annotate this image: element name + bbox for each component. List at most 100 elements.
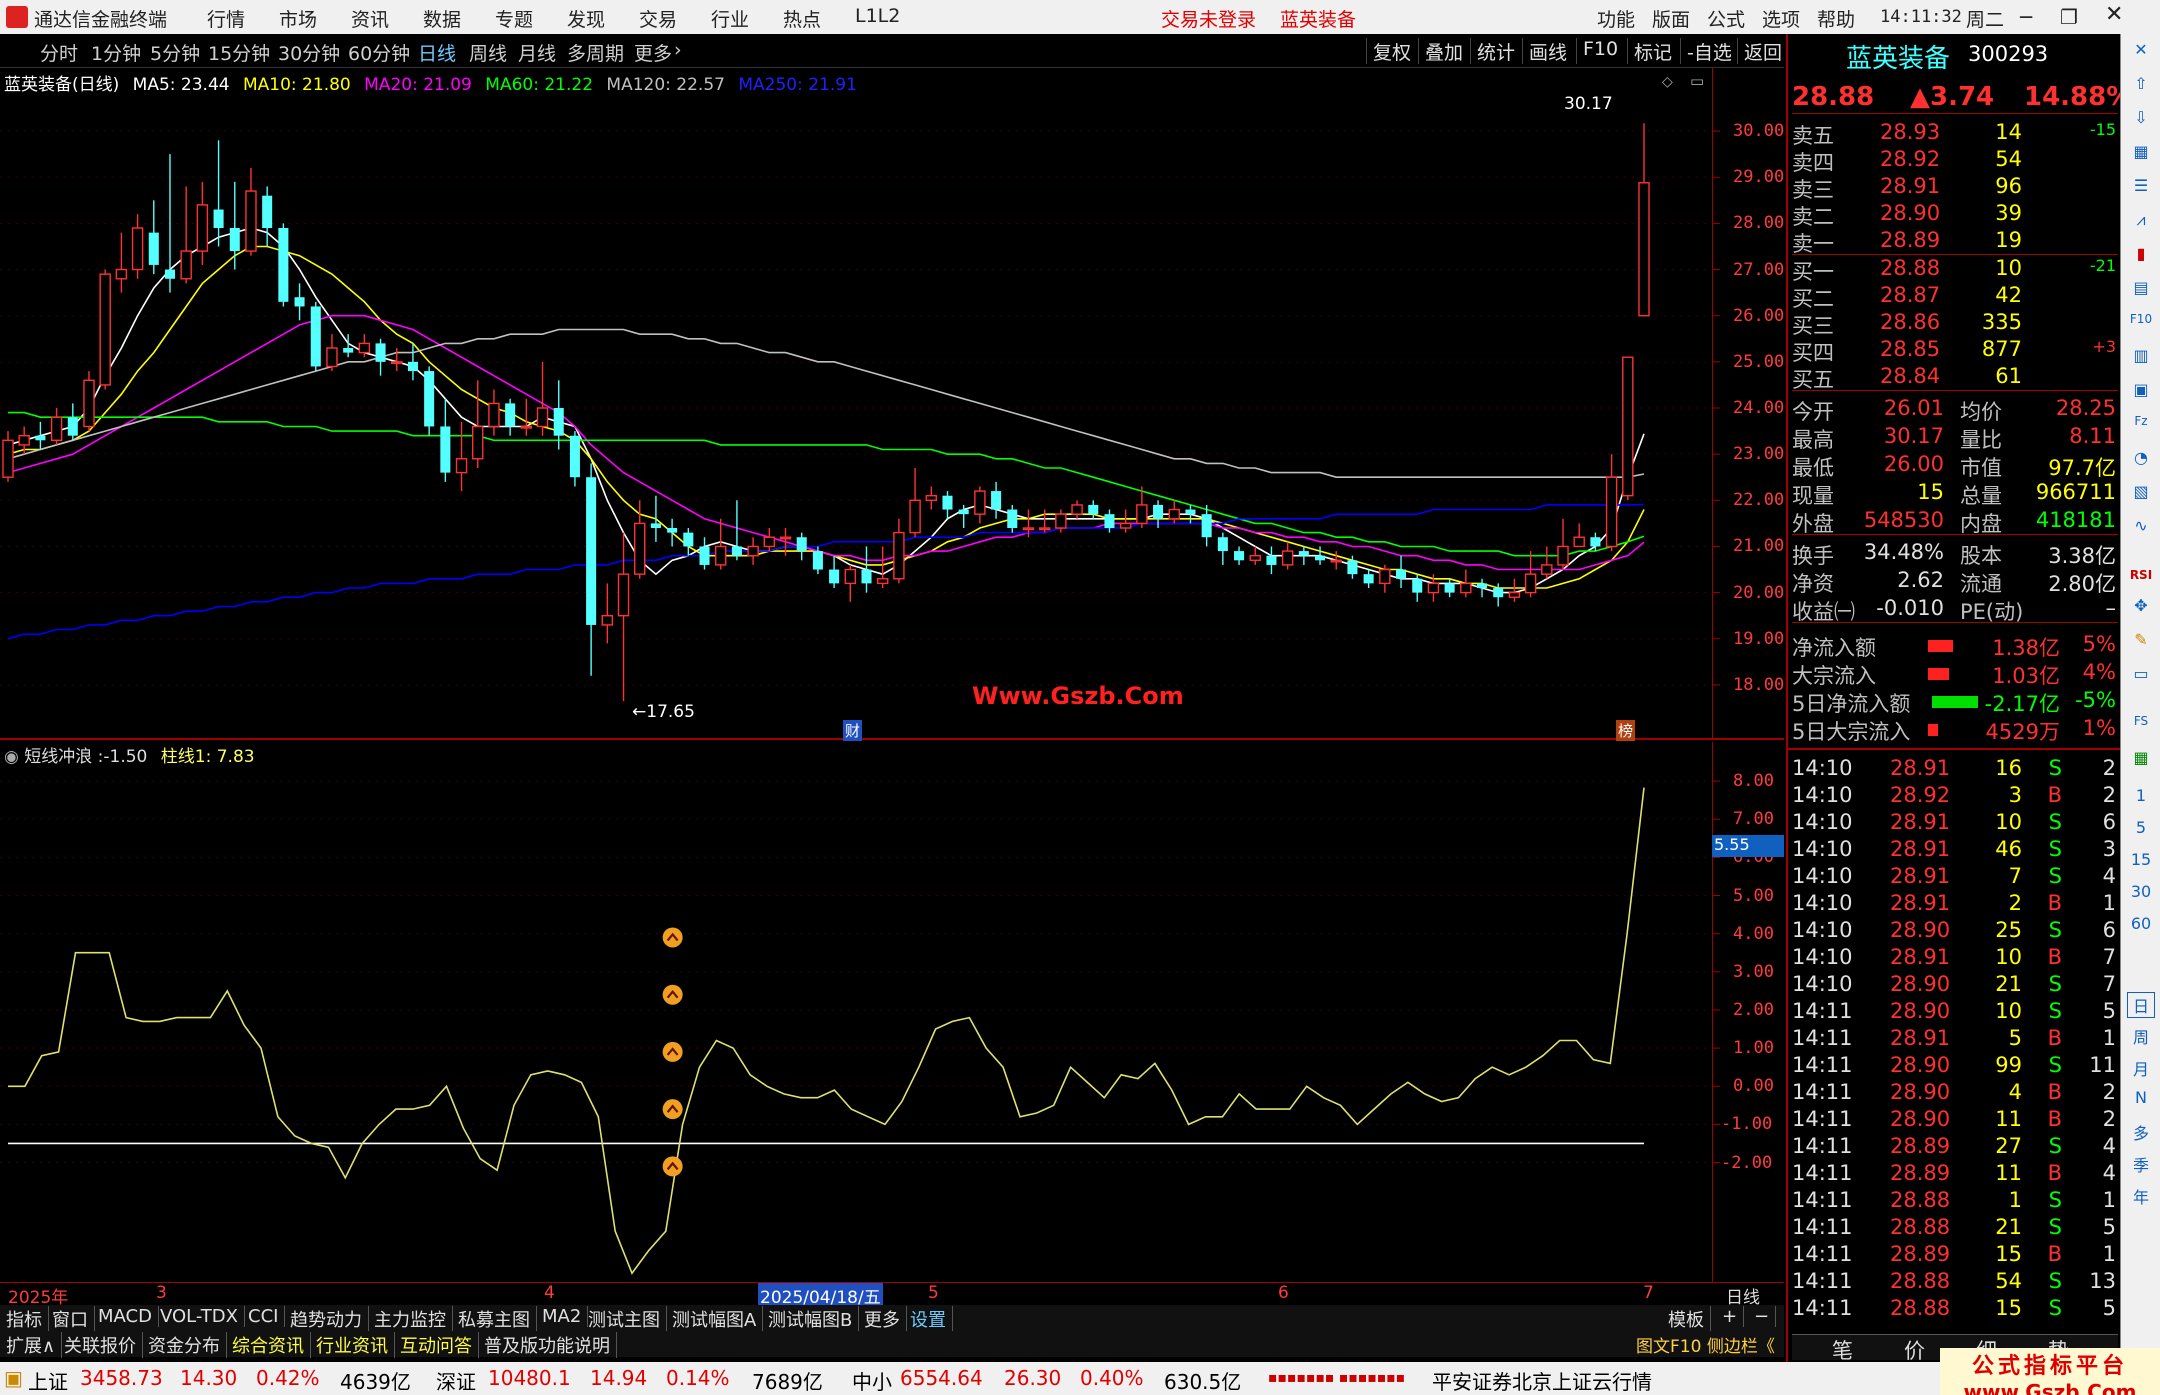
period-day[interactable]: 日	[2127, 992, 2155, 1018]
stat-row[interactable]: 现量 15 总量 966711	[1792, 480, 2118, 508]
ask-row[interactable]: 卖五 28.93 14 -15	[1792, 120, 2118, 148]
layout-icon[interactable]: ▥	[2127, 346, 2155, 372]
tab-pujiban[interactable]: 普及版功能说明	[478, 1332, 617, 1358]
tab-zhibiao[interactable]: 指标	[0, 1306, 49, 1332]
period-5min[interactable]: 5分钟	[150, 39, 200, 66]
f-icon[interactable]: Fz	[2127, 414, 2155, 440]
window-icon[interactable]: ▭	[2127, 664, 2155, 690]
tick-row[interactable]: 14:11 28.88 1 S 1	[1792, 1188, 2118, 1215]
tool-zixuan[interactable]: -自选	[1680, 38, 1732, 64]
tab-guanlianbaojia[interactable]: 关联报价	[58, 1332, 143, 1358]
financial-event-marker[interactable]: 财	[843, 720, 863, 741]
tab-macd[interactable]: MACD	[92, 1306, 159, 1327]
tab-qushidongli[interactable]: 趋势动力	[284, 1306, 369, 1332]
tick-row[interactable]: 14:10 28.91 2 B 1	[1792, 891, 2118, 918]
period-15min[interactable]: 15分钟	[208, 39, 270, 66]
tool-huaxian[interactable]: 画线	[1522, 38, 1567, 64]
tab-hudongwenda[interactable]: 互动问答	[394, 1332, 479, 1358]
flow-row[interactable]: 5日大宗流入 4529万 1%	[1792, 716, 2118, 744]
tab-zhulijiankong[interactable]: 主力监控	[368, 1306, 453, 1332]
menu-item-shuju[interactable]: 数据	[423, 5, 461, 32]
green-chart-icon[interactable]: ▦	[2127, 748, 2155, 774]
period-multi[interactable]: 多	[2127, 1120, 2155, 1146]
period-week[interactable]: 周	[2127, 1024, 2155, 1050]
flow-row[interactable]: 大宗流入 1.03亿 4%	[1792, 660, 2118, 688]
tab-kuozhan[interactable]: 扩展∧	[0, 1332, 63, 1358]
menu-item-faxian[interactable]: 发现	[567, 5, 605, 32]
tab-ceshizhutu[interactable]: 测试主图	[582, 1306, 667, 1332]
period-15[interactable]: 15	[2127, 850, 2155, 876]
tick-row[interactable]: 14:11 28.88 21 S 5	[1792, 1215, 2118, 1242]
tab-zonghezixun[interactable]: 综合资讯	[226, 1332, 311, 1358]
list-icon[interactable]: ☰	[2127, 176, 2155, 202]
sh-label[interactable]: 上证	[28, 1366, 68, 1395]
tool-biaoji[interactable]: 标记	[1627, 38, 1672, 64]
tick-row[interactable]: 14:10 28.91 16 S 2	[1792, 756, 2118, 783]
menu-item-bangzhu[interactable]: 帮助	[1817, 5, 1855, 32]
stat-row[interactable]: 收益㈠ -0.010 PE(动) –	[1792, 596, 2118, 624]
chart-icon[interactable]: ▧	[2127, 482, 2155, 508]
restore-icon[interactable]: ❐	[2060, 5, 2078, 29]
menu-item-xuanxiang[interactable]: 选项	[1762, 5, 1800, 32]
tab-ceshifutu-a[interactable]: 测试幅图A	[666, 1306, 764, 1332]
tick-row[interactable]: 14:11 28.89 27 S 4	[1792, 1134, 2118, 1161]
tab-ceshifutu-b[interactable]: 测试幅图B	[762, 1306, 860, 1332]
tab-shezhi[interactable]: 设置	[904, 1306, 953, 1332]
menu-item-gongshi[interactable]: 公式	[1707, 5, 1745, 32]
diamond-icon[interactable]: ◇	[1662, 74, 1673, 90]
tick-row[interactable]: 14:11 28.88 15 S 5	[1792, 1296, 2118, 1323]
ask-row[interactable]: 卖一 28.89 19	[1792, 228, 2118, 256]
tool-fanhui[interactable]: 返回	[1737, 38, 1782, 64]
candlestick-chart[interactable]: 蓝英装备(日线) MA5: 23.44 MA10: 21.80 MA20: 21…	[0, 68, 1784, 741]
tab-jia[interactable]: 价	[1904, 1335, 1925, 1365]
close-icon[interactable]: ✕	[2105, 2, 2123, 27]
menu-item-zixun[interactable]: 资讯	[351, 5, 389, 32]
tick-row[interactable]: 14:10 28.90 21 S 7	[1792, 972, 2118, 999]
candle-icon[interactable]: ▮	[2127, 244, 2155, 270]
ask-row[interactable]: 卖四 28.92 54	[1792, 147, 2118, 175]
tick-row[interactable]: 14:10 28.92 3 B 2	[1792, 783, 2118, 810]
close-icon[interactable]: ✕	[2127, 40, 2155, 66]
tick-row[interactable]: 14:11 28.89 11 B 4	[1792, 1161, 2118, 1188]
chevron-right-icon[interactable]: ›	[674, 39, 682, 61]
menu-item-gongneng[interactable]: 功能	[1597, 5, 1635, 32]
tick-row[interactable]: 14:10 28.91 7 S 4	[1792, 864, 2118, 891]
menu-item-shichang[interactable]: 市场	[279, 5, 317, 32]
panel-icon[interactable]: ▣	[2127, 380, 2155, 406]
tick-row[interactable]: 14:11 28.88 54 S 13	[1792, 1269, 2118, 1296]
tab-vol-tdx[interactable]: VOL-TDX	[154, 1306, 245, 1327]
tick-row[interactable]: 14:11 28.90 4 B 2	[1792, 1080, 2118, 1107]
zx-label[interactable]: 中小	[852, 1366, 892, 1395]
bid-row[interactable]: 买五 28.84 61	[1792, 364, 2118, 392]
period-month[interactable]: 月	[2127, 1056, 2155, 1082]
period-year[interactable]: 年	[2127, 1184, 2155, 1210]
move-icon[interactable]: ✥	[2127, 596, 2155, 622]
trade-status[interactable]: 交易未登录	[1161, 5, 1256, 32]
grid-icon[interactable]: ▦	[2127, 142, 2155, 168]
period-quarter[interactable]: 季	[2127, 1152, 2155, 1178]
period-more[interactable]: 更多	[634, 39, 672, 66]
tab-chuangkou[interactable]: 窗口	[46, 1306, 95, 1332]
rsi-icon[interactable]: RSI	[2127, 568, 2155, 594]
period-60[interactable]: 60	[2127, 914, 2155, 940]
pencil-icon[interactable]: ✎	[2127, 630, 2155, 656]
tick-row[interactable]: 14:10 28.91 10 B 7	[1792, 945, 2118, 972]
period-1min[interactable]: 1分钟	[91, 39, 141, 66]
f10-icon[interactable]: F10	[2127, 312, 2155, 338]
trend-icon[interactable]: ⩘	[2127, 210, 2155, 236]
arrow-up-icon[interactable]: ⇧	[2127, 74, 2155, 100]
tab-hangyezixun[interactable]: 行业资讯	[310, 1332, 395, 1358]
tool-f10[interactable]: F10	[1576, 38, 1618, 64]
flow-row[interactable]: 净流入额 1.38亿 5%	[1792, 632, 2118, 660]
menu-item-l1l2[interactable]: L1L2	[855, 5, 900, 27]
window-icon[interactable]: ▭	[1690, 72, 1704, 90]
period-60min[interactable]: 60分钟	[348, 39, 410, 66]
ranking-event-marker[interactable]: 榜	[1616, 720, 1636, 741]
remove-button[interactable]: −	[1748, 1306, 1777, 1327]
stat-row[interactable]: 外盘 548530 内盘 418181	[1792, 508, 2118, 536]
stat-row[interactable]: 今开 26.01 均价 28.25	[1792, 396, 2118, 424]
ask-row[interactable]: 卖二 28.90 39	[1792, 201, 2118, 229]
period-30min[interactable]: 30分钟	[278, 39, 340, 66]
add-button[interactable]: +	[1716, 1306, 1745, 1327]
tab-cci[interactable]: CCI	[242, 1306, 286, 1327]
